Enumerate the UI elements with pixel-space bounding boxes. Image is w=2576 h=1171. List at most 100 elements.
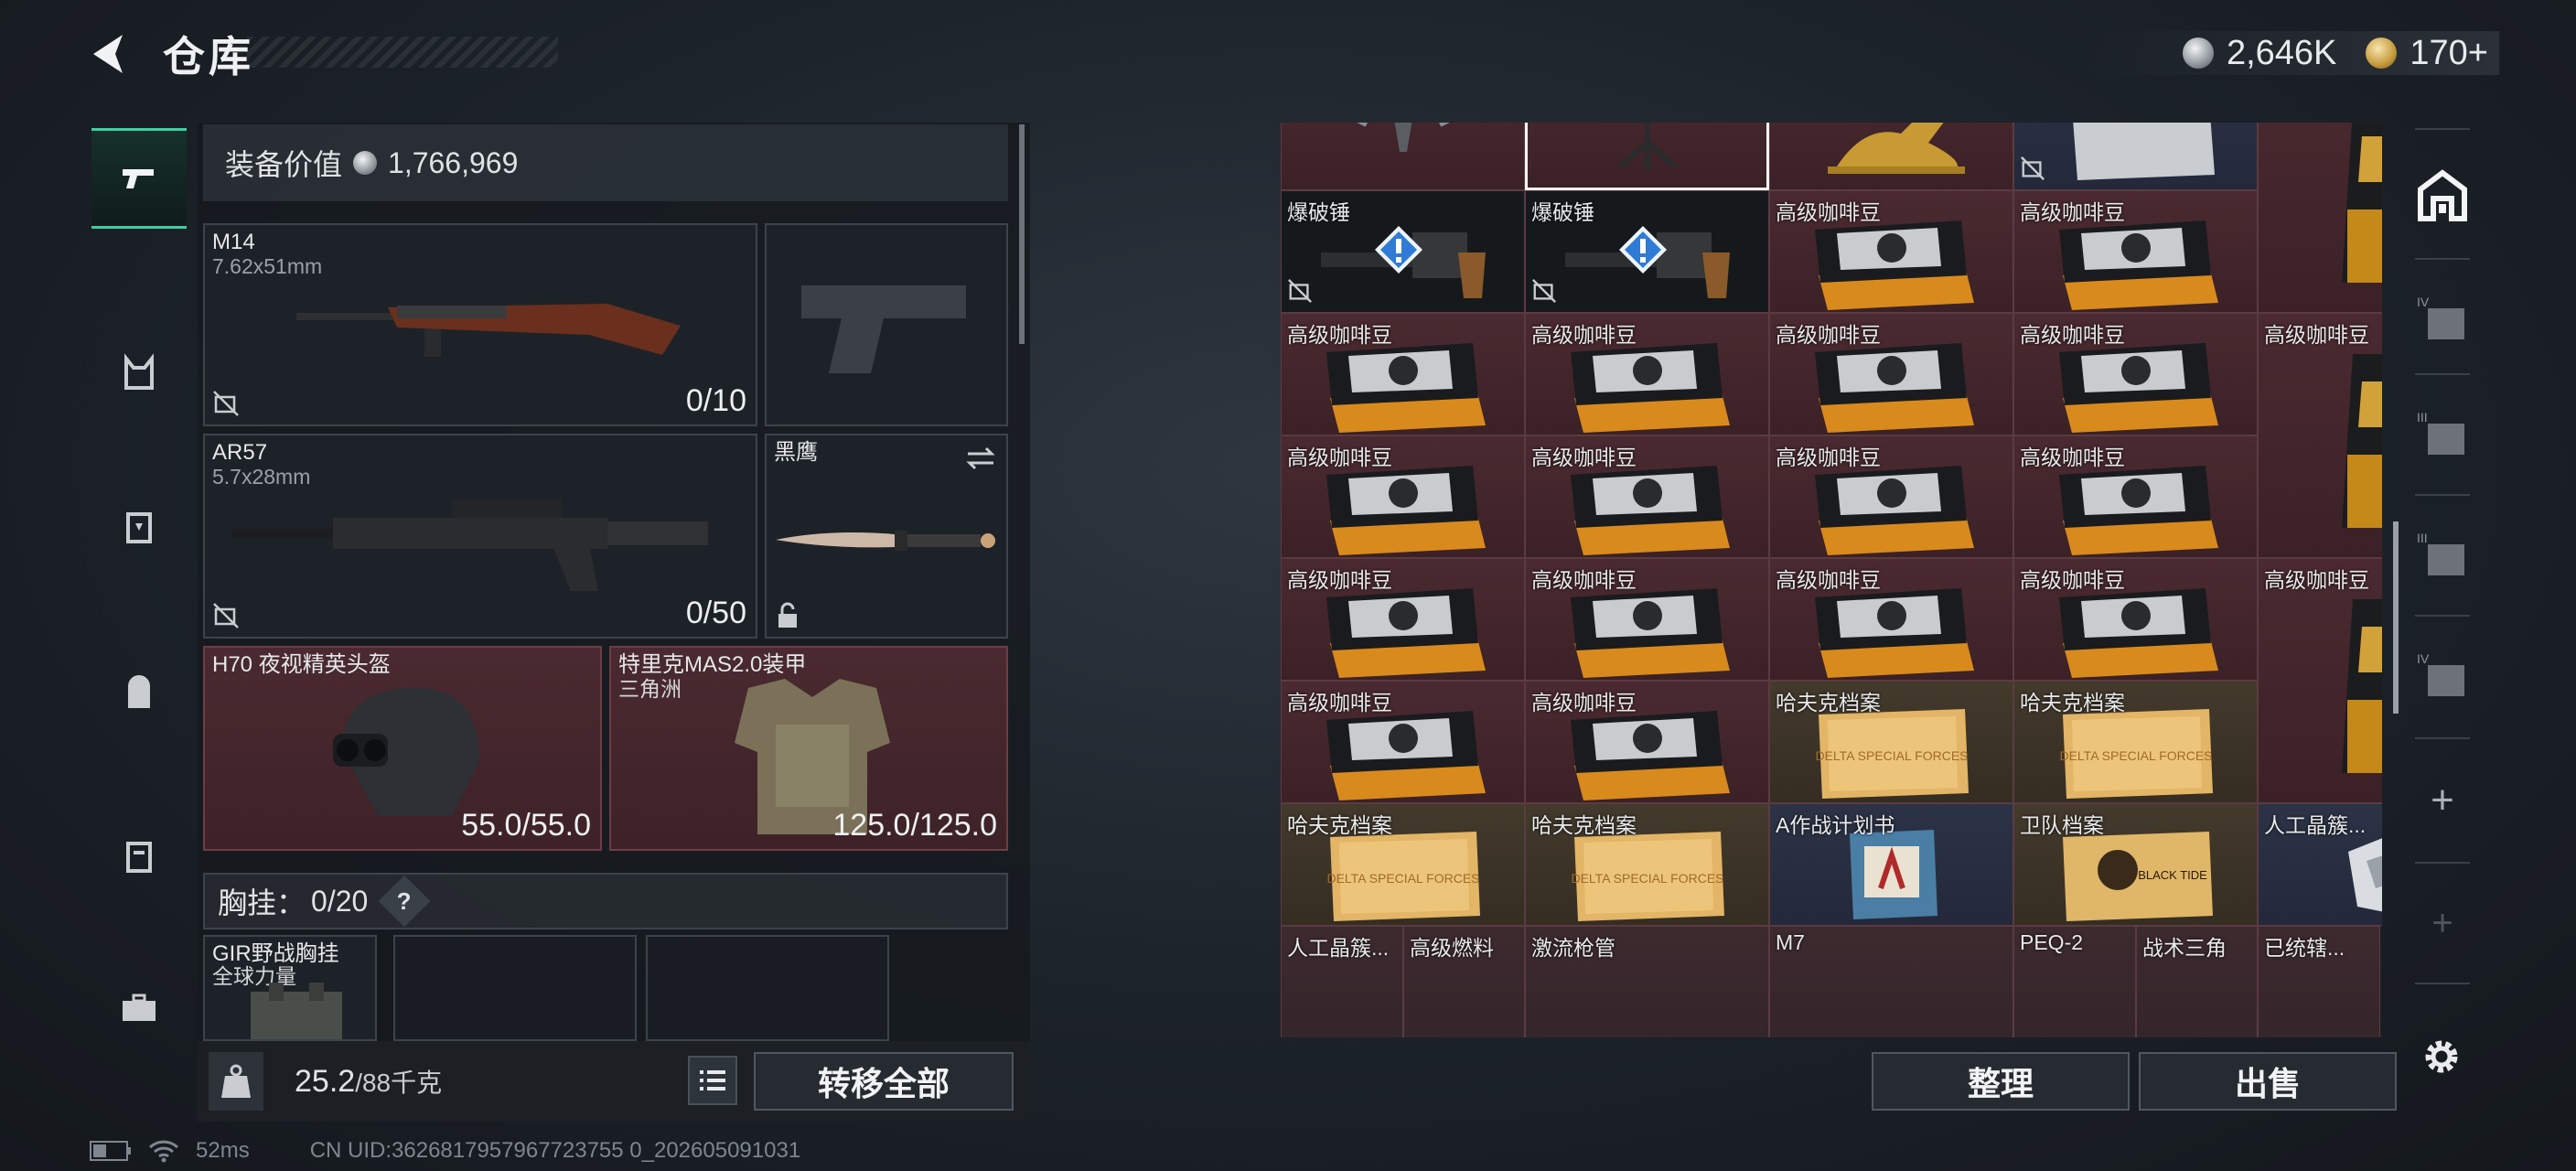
coffee-beans-item[interactable]: 高级咖啡豆 <box>1525 313 1769 435</box>
coffee-beans-item[interactable]: 高级咖啡豆 <box>1769 558 2013 681</box>
coffee-image <box>2014 211 2257 312</box>
coffee-bag-item[interactable]: 高级咖啡豆 <box>2258 123 2382 313</box>
nav-tab-case[interactable] <box>91 809 187 904</box>
silver-coin-icon <box>353 151 378 175</box>
primary-weapon-slot[interactable]: M14 7.62x51mm 0/10 <box>203 223 757 426</box>
warehouse-tab-iv-b[interactable]: IV <box>2408 635 2477 717</box>
weapon-name: M14 <box>212 230 255 254</box>
coffee-beans-item[interactable]: 高级咖啡豆 <box>1281 681 1525 803</box>
coffee-image <box>1282 579 1524 680</box>
nav-tab-armor[interactable] <box>91 479 187 575</box>
transfer-all-button[interactable]: 转移全部 <box>754 1052 1014 1111</box>
coffee-bag-item[interactable]: 高级咖啡豆 <box>2258 558 2382 803</box>
titanium-alloy-item[interactable]: 钛合金 <box>2013 123 2258 190</box>
folder-image: DELTA SPECIAL FORCES <box>1526 824 1768 925</box>
coffee-beans-item[interactable]: 高级咖啡豆 <box>2013 558 2258 681</box>
grid-item[interactable]: 人工晶簇... <box>1281 926 1403 1037</box>
chest-rig-count: 0/20 <box>311 884 369 918</box>
loadout-category-nav <box>91 121 187 1092</box>
item-label: 高级咖啡豆 <box>2020 568 2125 592</box>
coffee-beans-item[interactable]: 高级咖啡豆 <box>1525 681 1769 803</box>
coffee-beans-item[interactable]: 高级咖啡豆 <box>1525 558 1769 681</box>
grid-item[interactable]: 已统辖... <box>2258 926 2380 1037</box>
helmet-durability: 55.0/55.0 <box>461 808 591 843</box>
item-label: 已统辖... <box>2264 936 2345 960</box>
melee-slot[interactable]: 黑鹰 <box>765 434 1008 639</box>
item-label: 激流枪管 <box>1531 936 1615 960</box>
chest-rig-image <box>251 983 342 1039</box>
chest-rig-item[interactable]: GIR野战胸挂 全球力量 <box>203 935 377 1041</box>
warehouse-tab-main[interactable] <box>2408 154 2477 236</box>
grid-item[interactable]: 激流枪管 <box>1525 926 1769 1037</box>
nav-tab-chest-rig[interactable] <box>91 326 187 421</box>
coffee-beans-item[interactable]: 高级咖啡豆 <box>1281 558 1525 681</box>
body-armor-slot[interactable]: 特里克MAS2.0装甲 三角洲 125.0/125.0 <box>609 646 1008 851</box>
haffk-dossier-item[interactable]: 哈夫克档案 DELTA SPECIAL FORCES <box>2013 681 2258 803</box>
chest-rig-pocket[interactable] <box>393 935 637 1041</box>
add-storage-button-disabled[interactable]: + <box>2408 882 2477 964</box>
warehouse-tab-iii-b[interactable]: III <box>2408 514 2477 596</box>
coffee-beans-item[interactable]: 高级咖啡豆 <box>1769 313 2013 435</box>
item-label: 哈夫克档案 <box>1776 691 1881 714</box>
grid-scrollbar[interactable] <box>2393 521 2399 714</box>
settings-gear-icon[interactable] <box>2419 1034 2464 1080</box>
secondary-weapon-slot[interactable]: AR57 5.7x28mm 0/50 <box>203 434 757 639</box>
item-label: 高级咖啡豆 <box>1776 323 1881 347</box>
item-label: 爆破锤 <box>1287 200 1350 224</box>
coffee-beans-item[interactable]: 高级咖啡豆 <box>2013 435 2258 558</box>
nav-tab-backpack[interactable] <box>91 646 187 741</box>
battle-plan-item[interactable]: A作战计划书 <box>1769 803 2013 926</box>
equipment-value-bar: 装备价值 1,766,969 <box>203 124 1008 201</box>
haffk-dossier-item[interactable]: 哈夫克档案 DELTA SPECIAL FORCES <box>1281 803 1525 926</box>
nav-tab-weapons[interactable] <box>91 128 187 229</box>
helmet-slot[interactable]: H70 夜视精英头盔 55.0/55.0 <box>203 646 602 851</box>
loadout-scrollbar[interactable] <box>1019 124 1025 344</box>
crystal-item[interactable]: 人工晶簇... <box>2258 803 2382 926</box>
coffee-image <box>1526 702 1768 802</box>
add-storage-button[interactable]: + <box>2408 759 2477 842</box>
drone-item[interactable] <box>1281 123 1525 190</box>
item-label: 高级咖啡豆 <box>2020 323 2125 347</box>
coffee-beans-item[interactable]: 高级咖啡豆 <box>2013 190 2258 313</box>
coffee-beans-item[interactable]: 高级咖啡豆 <box>1769 190 2013 313</box>
coffee-beans-item[interactable]: 高级咖啡豆 <box>1281 435 1525 558</box>
haffk-dossier-item[interactable]: 哈夫克档案 DELTA SPECIAL FORCES <box>1769 681 2013 803</box>
guard-dossier-item[interactable]: 卫队档案 BLACK TIDE <box>2013 803 2258 926</box>
nav-tab-safebox[interactable] <box>91 961 187 1056</box>
coffee-bag-item[interactable]: 高级咖啡豆 <box>2258 313 2382 558</box>
golden-statue-item[interactable] <box>1769 123 2013 190</box>
warehouse-tab-iii-a[interactable]: III <box>2408 393 2477 476</box>
gold-amount[interactable]: 170+ <box>2410 34 2488 73</box>
sell-button[interactable]: 出售 <box>2139 1052 2397 1111</box>
pistol-slot-empty[interactable] <box>765 223 1008 426</box>
swap-icon[interactable] <box>964 445 997 472</box>
haffk-dossier-item[interactable]: 哈夫克档案 DELTA SPECIAL FORCES <box>1525 803 1769 926</box>
item-label: A作战计划书 <box>1776 813 1895 837</box>
item-label: 高级咖啡豆 <box>1287 323 1392 347</box>
coffee-beans-item[interactable]: 高级咖啡豆 <box>1525 435 1769 558</box>
grid-item[interactable]: 战术三角 <box>2136 926 2258 1037</box>
breach-hammer-item[interactable]: 爆破锤 <box>1525 190 1769 313</box>
sort-button[interactable]: 整理 <box>1872 1052 2130 1111</box>
divider <box>2415 737 2470 739</box>
back-arrow-icon[interactable] <box>88 31 134 77</box>
armor-icon <box>126 512 152 543</box>
grid-item[interactable]: 高级燃料 <box>1403 926 1525 1037</box>
item-label: 高级咖啡豆 <box>2264 323 2369 347</box>
coffee-beans-item[interactable]: 高级咖啡豆 <box>1769 435 2013 558</box>
divider <box>2415 983 2470 984</box>
coffee-beans-item[interactable]: 高级咖啡豆 <box>2013 313 2258 435</box>
satellite-dish-item[interactable] <box>1525 123 1769 190</box>
breach-hammer-item[interactable]: 爆破锤 <box>1281 190 1525 313</box>
title-decoration <box>247 37 558 68</box>
help-icon[interactable]: ? <box>379 875 431 928</box>
list-view-button[interactable] <box>688 1056 737 1105</box>
grid-item[interactable]: M7 <box>1769 926 2013 1037</box>
status-bar: 52ms CN UID:3626817957967723755 0_202605… <box>90 1138 800 1164</box>
chest-rig-pocket[interactable] <box>646 935 889 1041</box>
knife-image <box>776 531 995 551</box>
warehouse-tab-iv[interactable]: IV <box>2408 278 2477 360</box>
metal-image <box>2014 123 2257 189</box>
coffee-beans-item[interactable]: 高级咖啡豆 <box>1281 313 1525 435</box>
grid-item[interactable]: PEQ-2 <box>2013 926 2136 1037</box>
